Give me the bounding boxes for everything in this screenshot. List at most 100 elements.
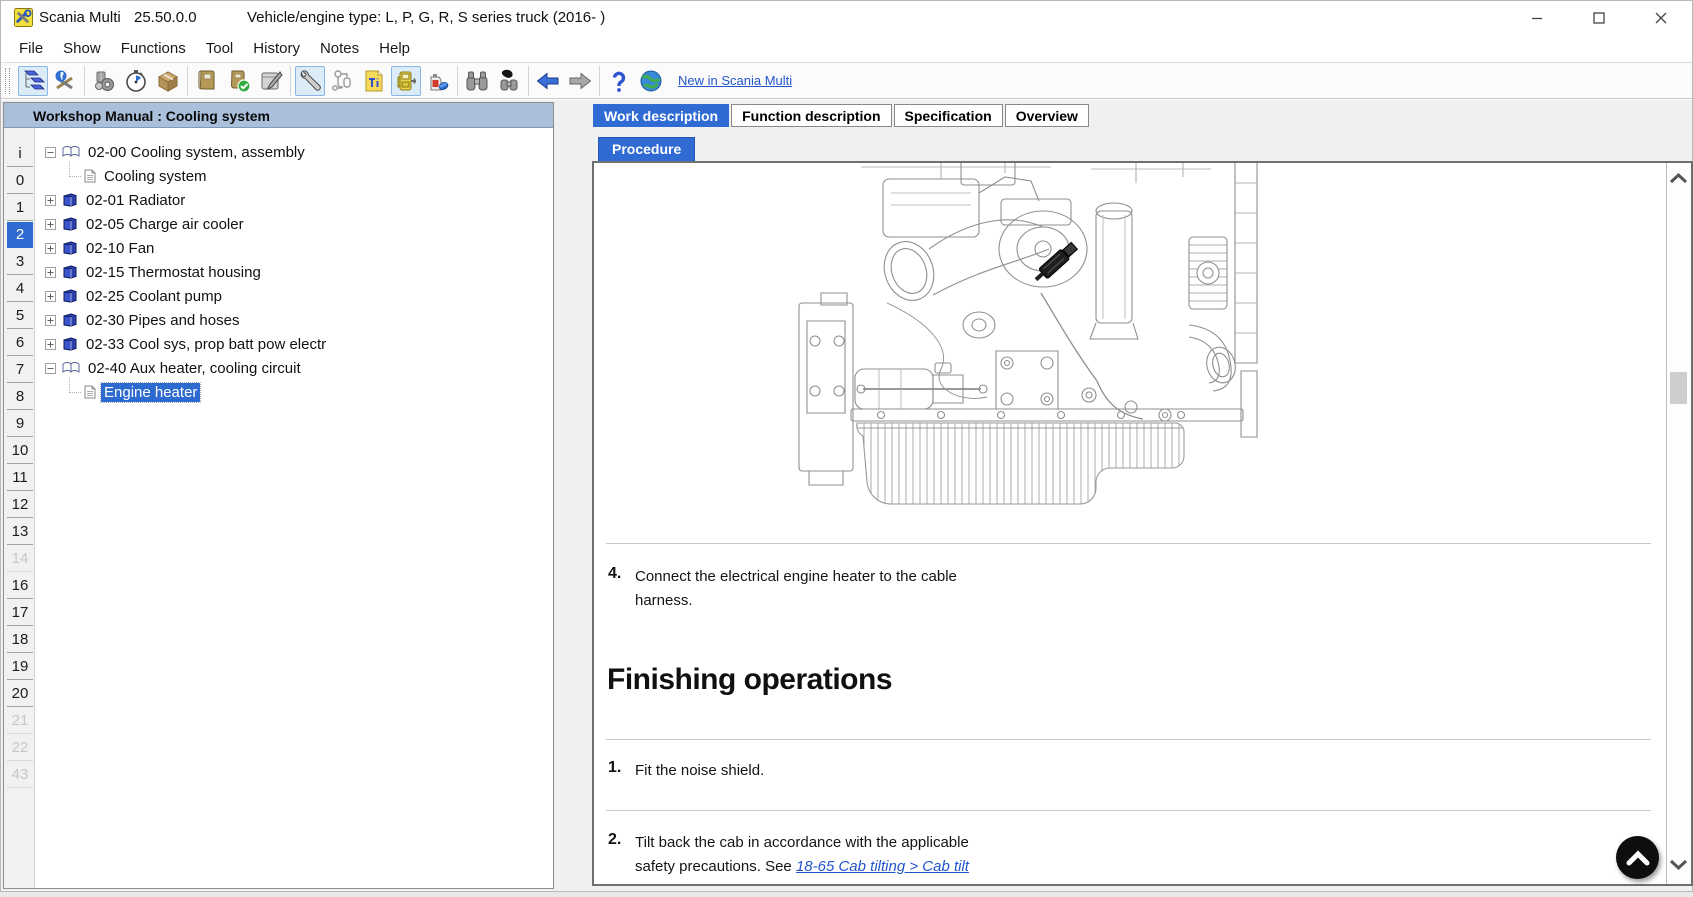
book-open-icon	[62, 145, 80, 159]
index-tab-7[interactable]: 7	[7, 357, 33, 383]
collapse-icon[interactable]	[45, 363, 56, 374]
tree-item-02-01-radiator[interactable]: 02-01 Radiator	[35, 188, 553, 212]
index-tab-8[interactable]: 8	[7, 384, 33, 410]
menu-functions[interactable]: Functions	[111, 37, 196, 60]
book-closed-icon	[62, 193, 78, 207]
toolbar-grip-handle[interactable]	[5, 68, 10, 94]
menu-show[interactable]: Show	[53, 37, 111, 60]
index-tab-16[interactable]: 16	[7, 573, 33, 599]
toolbar-button-oil[interactable]	[423, 66, 453, 96]
tree-item-02-00-cooling-system-assembly[interactable]: 02-00 Cooling system, assembly	[35, 140, 553, 164]
toolbar-button-navigation-tree[interactable]	[18, 66, 48, 96]
document-tabs: Work descriptionFunction descriptionSpec…	[593, 104, 1091, 127]
scrollbar-thumb[interactable]	[1670, 372, 1687, 404]
tree-item-02-30-pipes-and-hoses[interactable]: 02-30 Pipes and hoses	[35, 308, 553, 332]
tree-item-cooling-system[interactable]: Cooling system	[35, 164, 553, 188]
expand-icon[interactable]	[45, 339, 56, 350]
toolbar-button-help[interactable]	[604, 66, 634, 96]
content-scrollbar[interactable]	[1666, 163, 1691, 884]
expand-icon[interactable]	[45, 243, 56, 254]
tree-item-02-33-cool-sys-prop-batt-pow-electr[interactable]: 02-33 Cool sys, prop batt pow electr	[35, 332, 553, 356]
toolbar-button-back-arrow[interactable]	[533, 66, 563, 96]
index-tab-20[interactable]: 20	[7, 681, 33, 707]
app-version: 25.50.0.0	[134, 9, 197, 26]
back-to-top-button[interactable]	[1616, 836, 1659, 879]
index-tab-6[interactable]: 6	[7, 330, 33, 356]
index-tab-9[interactable]: 9	[7, 411, 33, 437]
menu-tool[interactable]: Tool	[196, 37, 244, 60]
cab-tilt-reference-link[interactable]: 18-65 Cab tilting > Cab tilt system.	[635, 858, 969, 884]
toolbar-button-book[interactable]	[192, 66, 222, 96]
expand-icon[interactable]	[45, 291, 56, 302]
expand-icon[interactable]	[45, 267, 56, 278]
divider	[606, 739, 1651, 740]
toolbar-group	[458, 66, 529, 96]
collapse-icon[interactable]	[45, 147, 56, 158]
tab-function-description[interactable]: Function description	[731, 104, 891, 127]
maximize-button[interactable]	[1568, 1, 1630, 34]
close-button[interactable]	[1630, 1, 1692, 34]
index-tab-i[interactable]: i	[7, 141, 33, 167]
subtab-procedure[interactable]: Procedure	[598, 137, 695, 162]
menu-notes[interactable]: Notes	[310, 37, 369, 60]
toolbar-group	[529, 66, 600, 96]
toolbar-button-wrench[interactable]	[295, 66, 325, 96]
tree-item-02-10-fan[interactable]: 02-10 Fan	[35, 236, 553, 260]
toolbar-button-truck[interactable]	[391, 66, 421, 96]
toolbar-group	[85, 66, 188, 96]
tree-item-02-15-thermostat-housing[interactable]: 02-15 Thermostat housing	[35, 260, 553, 284]
toolbar-button-forward-arrow[interactable]	[565, 66, 595, 96]
toolbar-button-info-tools[interactable]	[50, 66, 80, 96]
toolbar-button-globe[interactable]	[636, 66, 666, 96]
toolbar-button-parts[interactable]	[89, 66, 119, 96]
toolbar-button-book-check[interactable]	[224, 66, 254, 96]
index-tab-1[interactable]: 1	[7, 195, 33, 221]
tab-work-description[interactable]: Work description	[593, 104, 729, 127]
index-tab-17[interactable]: 17	[7, 600, 33, 626]
index-tab-5[interactable]: 5	[7, 303, 33, 329]
expand-icon[interactable]	[45, 195, 56, 206]
index-tab-2[interactable]: 2	[7, 222, 33, 248]
index-tab-18[interactable]: 18	[7, 627, 33, 653]
menu-help[interactable]: Help	[369, 37, 420, 60]
step-number: 1.	[608, 759, 635, 783]
toolbar-button-stopwatch[interactable]	[121, 66, 151, 96]
menu-history[interactable]: History	[243, 37, 310, 60]
tree-item-engine-heater[interactable]: Engine heater	[35, 380, 553, 404]
toolbar-button-binoculars[interactable]	[462, 66, 492, 96]
new-in-scania-multi-link[interactable]: New in Scania Multi	[678, 73, 792, 88]
tab-overview[interactable]: Overview	[1005, 104, 1089, 127]
index-tab-4[interactable]: 4	[7, 276, 33, 302]
toolbar-button-package[interactable]	[153, 66, 183, 96]
index-tab-3[interactable]: 3	[7, 249, 33, 275]
index-tab-14: 14	[7, 546, 33, 572]
index-tab-11[interactable]: 11	[7, 465, 33, 491]
book-closed-icon	[62, 241, 78, 255]
tree-item-02-05-charge-air-cooler[interactable]: 02-05 Charge air cooler	[35, 212, 553, 236]
index-tab-19[interactable]: 19	[7, 654, 33, 680]
tree-item-02-25-coolant-pump[interactable]: 02-25 Coolant pump	[35, 284, 553, 308]
menu-file[interactable]: File	[9, 37, 53, 60]
tree-item-02-40-aux-heater-cooling-circuit[interactable]: 02-40 Aux heater, cooling circuit	[35, 356, 553, 380]
index-tab-43: 43	[7, 762, 33, 788]
index-tab-0[interactable]: 0	[7, 168, 33, 194]
index-tab-13[interactable]: 13	[7, 519, 33, 545]
toolbar-button-binoculars-dark[interactable]	[494, 66, 524, 96]
minimize-button[interactable]	[1506, 1, 1568, 34]
index-tab-10[interactable]: 10	[7, 438, 33, 464]
index-tab-12[interactable]: 12	[7, 492, 33, 518]
main-area: Workshop Manual : Cooling system i012345…	[1, 100, 1692, 891]
app-logo-icon	[14, 8, 33, 27]
scroll-down-icon[interactable]	[1669, 858, 1688, 876]
expand-icon[interactable]	[45, 219, 56, 230]
vehicle-type-label: Vehicle/engine type: L, P, G, R, S serie…	[247, 9, 605, 26]
step-list-top: 4.Connect the electrical engine heater t…	[608, 565, 980, 613]
expand-icon[interactable]	[45, 315, 56, 326]
binoculars-icon	[465, 69, 489, 93]
toolbar-button-diagram[interactable]	[327, 66, 357, 96]
tab-specification[interactable]: Specification	[894, 104, 1003, 127]
toolbar-button-notes[interactable]	[256, 66, 286, 96]
toolbar-group	[188, 66, 291, 96]
scroll-up-icon[interactable]	[1669, 171, 1688, 189]
toolbar-button-ti-document[interactable]	[359, 66, 389, 96]
